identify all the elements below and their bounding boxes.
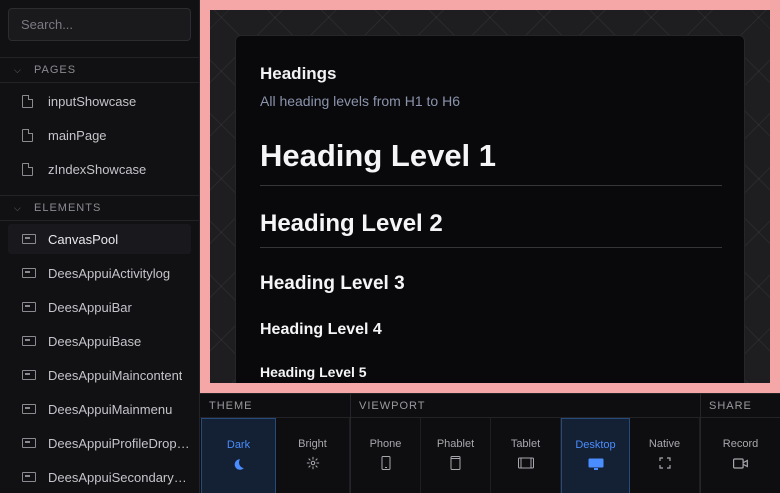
sidebar-item-inputshowcase[interactable]: inputShowcase (8, 86, 191, 116)
viewport-phablet-button[interactable]: Phablet (421, 418, 491, 493)
component-icon (22, 234, 36, 244)
viewport-native-button[interactable]: Native (630, 418, 700, 493)
sidebar-item-deesappuimaincontent[interactable]: DeesAppuiMaincontent (8, 360, 191, 390)
viewport-native-label: Native (648, 438, 681, 450)
viewport-tablet-label: Tablet (510, 438, 541, 450)
sidebar-item-label: DeesAppuiMaincontent (48, 367, 183, 383)
file-icon (22, 94, 33, 108)
moon-icon (232, 457, 245, 471)
sidebar-item-label: zIndexShowcase (48, 161, 147, 177)
sidebar-item-label: inputShowcase (48, 93, 137, 109)
sidebar-item-deesappuiactivitylog[interactable]: DeesAppuiActivitylog (8, 258, 191, 288)
sidebar-item-label: DeesAppuiSecondarymenu (48, 469, 191, 485)
sidebar-item-label: DeesAppuiBar (48, 299, 132, 315)
share-group-label: SHARE (700, 394, 780, 418)
elements-section-header[interactable]: ⌵ ELEMENTS (0, 195, 200, 221)
component-icon (22, 404, 36, 414)
desktop-icon (588, 457, 604, 471)
chevron-down-icon: ⌵ (14, 202, 22, 213)
phablet-icon (450, 456, 461, 470)
sidebar-item-deesappuiprofiledropdown[interactable]: DeesAppuiProfileDropdown (8, 428, 191, 458)
tablet-icon (517, 456, 534, 470)
chevron-down-icon: ⌵ (14, 64, 22, 75)
component-icon (22, 302, 36, 312)
sidebar-item-deesappuisecondarymenu[interactable]: DeesAppuiSecondarymenu (8, 462, 191, 492)
file-icon (22, 162, 33, 176)
sidebar-item-zindexshowcase[interactable]: zIndexShowcase (8, 154, 191, 184)
viewport-phablet-label: Phablet (436, 438, 475, 450)
sun-icon (306, 456, 320, 470)
share-record-label: Record (722, 438, 759, 450)
viewport-desktop-label: Desktop (575, 439, 616, 451)
sidebar-item-mainpage[interactable]: mainPage (8, 120, 191, 150)
card-title: Headings (260, 64, 337, 83)
pages-header-label: PAGES (34, 64, 77, 76)
heading-level-4: Heading Level 4 (260, 321, 382, 338)
theme-bright-button[interactable]: Bright (276, 418, 350, 493)
card-subtitle: All heading levels from H1 to H6 (260, 93, 460, 109)
theme-group-label: THEME (200, 394, 350, 418)
component-icon (22, 268, 36, 278)
sidebar-item-deesappuimainmenu[interactable]: DeesAppuiMainmenu (8, 394, 191, 424)
viewport-phone-button[interactable]: Phone (351, 418, 421, 493)
sidebar-item-deesappuibar[interactable]: DeesAppuiBar (8, 292, 191, 322)
sidebar-item-label: DeesAppuiActivitylog (48, 265, 171, 281)
bottom-toolbar: THEME VIEWPORT SHARE Dark Bright Phone P… (200, 393, 780, 493)
video-icon (733, 456, 748, 470)
phone-icon (381, 456, 391, 470)
preview-frame: Headings All heading levels from H1 to H… (200, 0, 780, 393)
sidebar-item-label: mainPage (48, 127, 107, 143)
sidebar-item-label: DeesAppuiMainmenu (48, 401, 173, 417)
heading-level-1: Heading Level 1 (260, 138, 497, 173)
viewport-desktop-button[interactable]: Desktop (561, 418, 630, 493)
file-icon (22, 128, 33, 142)
heading-level-3: Heading Level 3 (260, 273, 405, 294)
viewport-phone-label: Phone (369, 438, 402, 450)
sidebar-item-label: DeesAppuiProfileDropdown (48, 435, 191, 451)
sidebar-item-label: CanvasPool (48, 231, 119, 247)
heading-divider (260, 247, 722, 248)
component-icon (22, 336, 36, 346)
component-icon (22, 472, 36, 482)
elements-header-label: ELEMENTS (34, 202, 102, 214)
fullscreen-icon (658, 456, 671, 470)
sidebar-item-label: DeesAppuiBase (48, 333, 142, 349)
theme-bright-label: Bright (298, 438, 327, 450)
theme-dark-label: Dark (226, 439, 251, 451)
theme-dark-button[interactable]: Dark (201, 418, 276, 493)
heading-level-2: Heading Level 2 (260, 210, 443, 237)
component-icon (22, 370, 36, 380)
sidebar-item-deesappuibase[interactable]: DeesAppuiBase (8, 326, 191, 356)
preview-stage: Headings All heading levels from H1 to H… (210, 10, 770, 383)
share-record-button[interactable]: Record (701, 418, 780, 493)
viewport-group-label: VIEWPORT (350, 394, 700, 418)
viewport-tablet-button[interactable]: Tablet (491, 418, 561, 493)
heading-level-5: Heading Level 5 (260, 364, 367, 380)
pages-section-header[interactable]: ⌵ PAGES (0, 57, 200, 83)
sidebar-item-canvaspool[interactable]: CanvasPool (8, 224, 191, 254)
headings-card: Headings All heading levels from H1 to H… (235, 35, 745, 383)
search-input[interactable] (8, 8, 191, 41)
component-icon (22, 438, 36, 448)
heading-divider (260, 185, 722, 186)
sidebar: ⌵ PAGES inputShowcase mainPage zIndexSho… (0, 0, 200, 493)
